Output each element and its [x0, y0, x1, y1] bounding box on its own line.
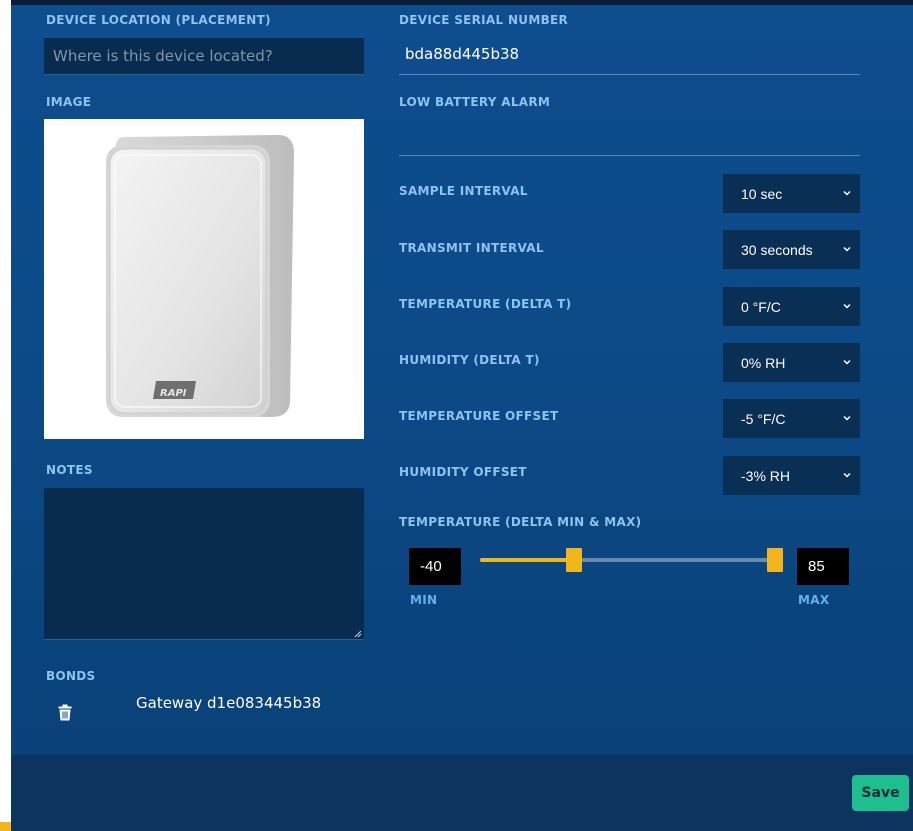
- bond-gateway-name: Gateway d1e083445b38: [136, 694, 322, 712]
- temperature-delta-select[interactable]: 0 °F/C: [723, 287, 860, 326]
- humidity-delta-label: HUMIDITY (DELTA T): [399, 353, 540, 367]
- humidity-offset-label: HUMIDITY OFFSET: [399, 465, 527, 479]
- range-max-label: MAX: [798, 593, 830, 607]
- chevron-down-icon: [843, 246, 851, 252]
- trash-icon[interactable]: [58, 704, 72, 721]
- transmit-interval-value: 30 seconds: [741, 241, 813, 258]
- temperature-offset-value: -5 °F/C: [741, 410, 786, 427]
- sample-interval-select[interactable]: 10 sec: [723, 174, 860, 213]
- humidity-delta-value: 0% RH: [741, 354, 786, 371]
- sample-interval-value: 10 sec: [741, 185, 783, 202]
- range-min-handle[interactable]: [566, 548, 583, 572]
- humidity-offset-value: -3% RH: [741, 467, 791, 484]
- image-label: IMAGE: [46, 95, 92, 109]
- range-slider-fill: [480, 558, 575, 562]
- notes-label: NOTES: [46, 463, 93, 477]
- corner-accent: [0, 822, 11, 831]
- transmit-interval-label: TRANSMIT INTERVAL: [399, 241, 544, 255]
- resize-grip-icon[interactable]: [354, 630, 362, 638]
- humidity-offset-select[interactable]: -3% RH: [723, 456, 860, 495]
- temperature-offset-select[interactable]: -5 °F/C: [723, 399, 860, 438]
- footer-bar: [11, 755, 913, 831]
- device-serial-label: DEVICE SERIAL NUMBER: [399, 13, 569, 27]
- range-max-handle[interactable]: [767, 548, 783, 572]
- range-slider-track[interactable]: [480, 558, 775, 562]
- transmit-interval-select[interactable]: 30 seconds: [723, 230, 860, 269]
- battery-underline: [399, 155, 860, 156]
- chevron-down-icon: [843, 190, 851, 196]
- device-location-input[interactable]: [44, 38, 364, 75]
- device-location-label: DEVICE LOCATION (PLACEMENT): [46, 13, 271, 27]
- device-brand-mark: RAPI: [160, 388, 187, 399]
- low-battery-alarm-label: LOW BATTERY ALARM: [399, 95, 551, 109]
- bonds-label: BONDS: [46, 669, 96, 683]
- sample-interval-label: SAMPLE INTERVAL: [399, 184, 528, 198]
- humidity-delta-select[interactable]: 0% RH: [723, 343, 860, 382]
- chevron-down-icon: [843, 415, 851, 421]
- device-serial-value: bda88d445b38: [405, 45, 520, 63]
- temperature-delta-label: TEMPERATURE (DELTA T): [399, 297, 572, 311]
- save-button[interactable]: Save: [852, 775, 909, 811]
- range-min-label: MIN: [410, 593, 438, 607]
- chevron-down-icon: [843, 303, 851, 309]
- temperature-delta-value: 0 °F/C: [741, 298, 781, 315]
- sensor-device-illustration: RAPI: [106, 135, 295, 417]
- notes-textarea[interactable]: [44, 488, 364, 640]
- range-min-input[interactable]: -40: [409, 548, 461, 585]
- range-max-input[interactable]: 85: [797, 548, 849, 585]
- chevron-down-icon: [843, 359, 851, 365]
- device-image: RAPI: [44, 119, 364, 439]
- temperature-range-label: TEMPERATURE (DELTA MIN & MAX): [399, 515, 642, 529]
- serial-underline: [399, 74, 860, 75]
- temperature-offset-label: TEMPERATURE OFFSET: [399, 409, 559, 423]
- chevron-down-icon: [843, 472, 851, 478]
